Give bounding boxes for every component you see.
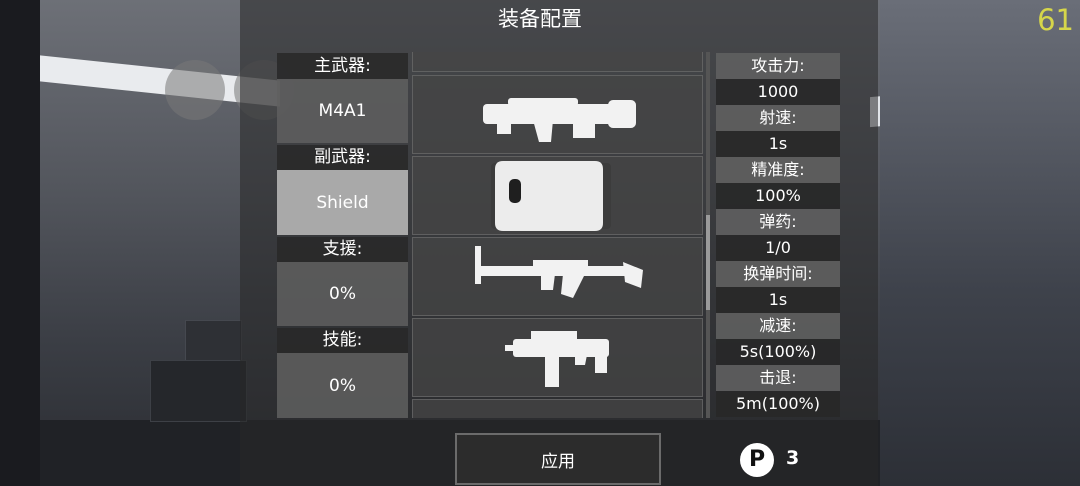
- weapon-row[interactable]: [412, 75, 703, 154]
- smg-icon: [505, 331, 609, 387]
- launcher-icon: [483, 98, 636, 142]
- support-slot[interactable]: 0%: [277, 262, 408, 326]
- weapon-row-partial[interactable]: [412, 399, 703, 418]
- stat-reload-label: 换弹时间:: [716, 261, 840, 287]
- secondary-weapon-slot[interactable]: Shield: [277, 170, 408, 235]
- scene-wall-right: [880, 0, 1080, 486]
- stat-reload-value: 1s: [716, 287, 840, 313]
- stat-ammo-label: 弹药:: [716, 209, 840, 235]
- rifle-icon: [475, 246, 643, 298]
- stat-slow-value: 5s(100%): [716, 339, 840, 365]
- scene-wall-left: [0, 0, 40, 486]
- primary-weapon-slot[interactable]: M4A1: [277, 79, 408, 143]
- weapon-row[interactable]: [412, 237, 703, 316]
- page-title: 装备配置: [498, 7, 582, 31]
- primary-weapon-value: M4A1: [318, 101, 367, 121]
- secondary-weapon-value: Shield: [316, 192, 369, 213]
- points-count: 3: [786, 447, 800, 469]
- support-value: 0%: [329, 284, 356, 304]
- secondary-weapon-label: 副武器:: [277, 145, 408, 170]
- stat-slow-label: 减速:: [716, 313, 840, 339]
- scene-crate: [150, 360, 247, 422]
- stat-attack-label: 攻击力:: [716, 53, 840, 79]
- stat-accuracy-label: 精准度:: [716, 157, 840, 183]
- stat-ammo-value: 1/0: [716, 235, 840, 261]
- skill-value: 0%: [329, 375, 356, 396]
- stat-rate-label: 射速:: [716, 105, 840, 131]
- scene-crate: [185, 320, 242, 364]
- stat-knockback-value: 5m(100%): [716, 391, 840, 417]
- chat-icon: [165, 60, 225, 120]
- primary-weapon-label: 主武器:: [277, 53, 408, 79]
- stat-attack-value: 1000: [716, 79, 840, 105]
- weapon-list[interactable]: [412, 52, 703, 418]
- weapon-row[interactable]: [412, 156, 703, 235]
- skill-label: 技能:: [277, 328, 408, 353]
- apply-button-label: 应用: [541, 451, 575, 472]
- stat-accuracy-value: 100%: [716, 183, 840, 209]
- apply-button[interactable]: 应用: [455, 433, 661, 485]
- stat-rate-value: 1s: [716, 131, 840, 157]
- weapon-list-scroll-thumb[interactable]: [706, 215, 710, 310]
- points-icon: P: [740, 443, 774, 477]
- support-label: 支援:: [277, 237, 408, 262]
- fps-counter: 61: [1037, 3, 1074, 37]
- stat-knockback-label: 击退:: [716, 365, 840, 391]
- weapon-row-partial[interactable]: [412, 52, 703, 72]
- shield-icon: [491, 161, 611, 231]
- weapon-row[interactable]: [412, 318, 703, 397]
- skill-slot[interactable]: 0%: [277, 353, 408, 418]
